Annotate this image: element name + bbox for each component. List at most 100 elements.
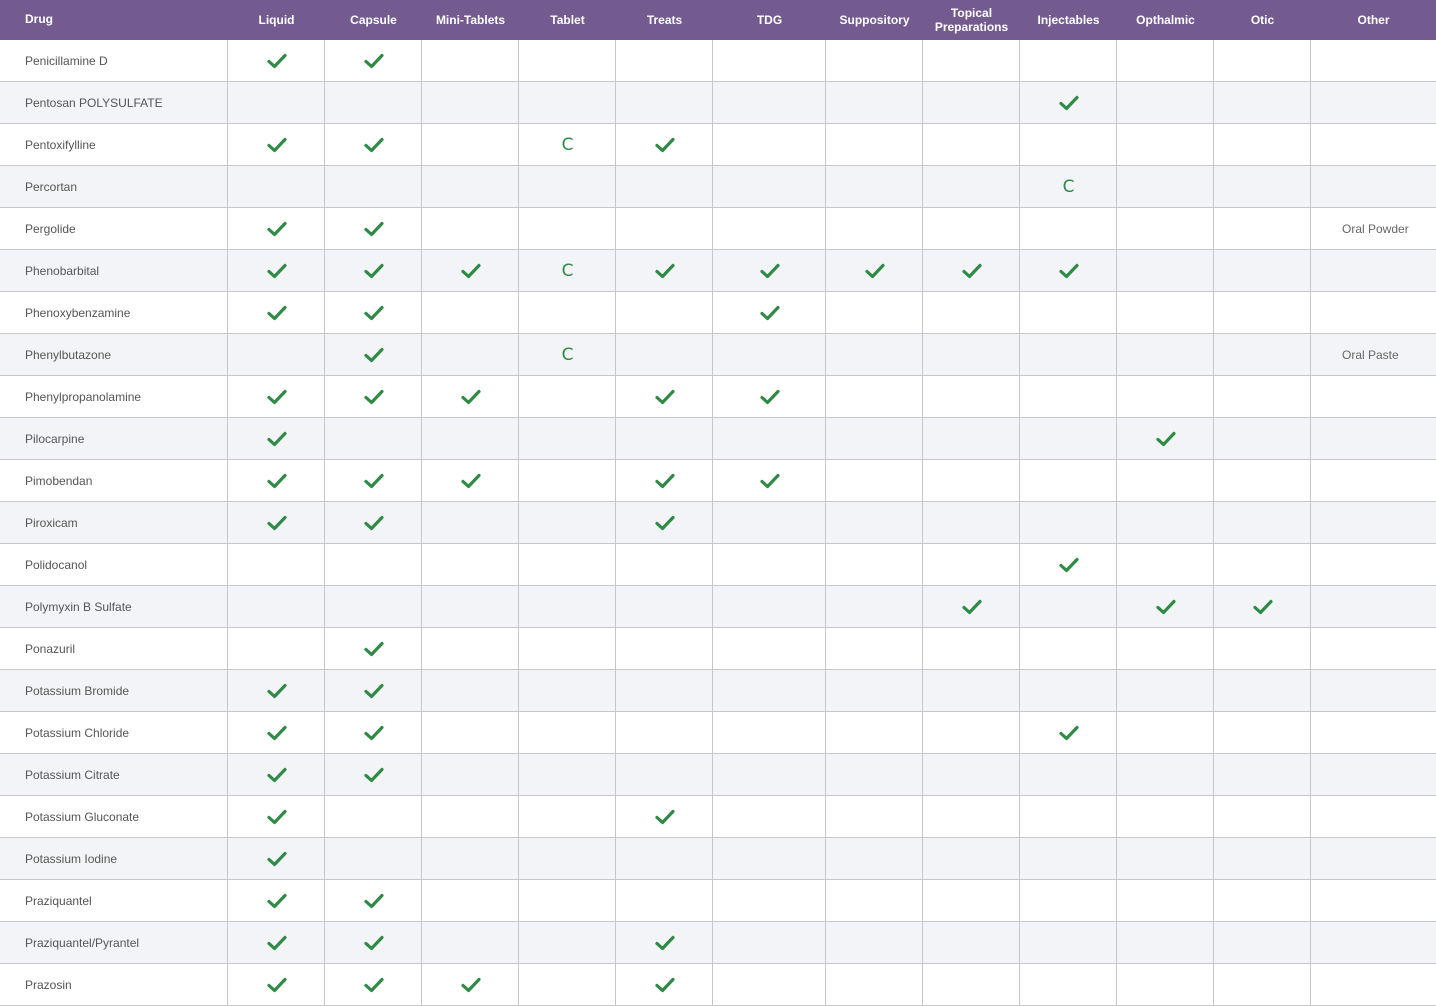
cell-mini-tablets xyxy=(422,82,519,123)
column-header-topical-preparations: Topical Preparations xyxy=(934,6,1009,34)
cell-tablet xyxy=(519,922,616,963)
check-icon xyxy=(266,767,287,783)
check-icon xyxy=(363,221,384,237)
cell-suppository xyxy=(826,670,923,711)
compounded-mark: C xyxy=(561,344,574,365)
check-icon xyxy=(460,389,481,405)
column-header-suppository: Suppository xyxy=(839,13,910,27)
check-icon xyxy=(363,641,384,657)
table-row: Praziquantel/Pyrantel xyxy=(0,922,1436,964)
cell-tablet xyxy=(519,712,616,753)
cell-treats xyxy=(616,376,713,417)
table-row: Ponazuril xyxy=(0,628,1436,670)
cell-tablet xyxy=(519,670,616,711)
cell-injectables xyxy=(1020,586,1117,627)
cell-mini-tablets xyxy=(422,754,519,795)
cell-capsule xyxy=(325,712,422,753)
column-divider xyxy=(825,40,826,1006)
check-icon xyxy=(1058,557,1079,573)
column-header-tdg: TDG xyxy=(756,13,783,27)
table-row: Phenobarbital C xyxy=(0,250,1436,292)
check-icon xyxy=(266,53,287,69)
cell-topical-preparations xyxy=(923,418,1020,459)
cell-opthalmic xyxy=(1117,628,1214,669)
drug-name: Phenoxybenzamine xyxy=(25,305,131,320)
check-icon xyxy=(759,473,780,489)
cell-other xyxy=(1311,82,1436,123)
cell-opthalmic xyxy=(1117,922,1214,963)
cell-injectables xyxy=(1020,250,1117,291)
cell-suppository xyxy=(826,502,923,543)
cell-mini-tablets xyxy=(422,544,519,585)
cell-other xyxy=(1311,712,1436,753)
cell-tdg xyxy=(713,712,826,753)
other-form-text: Oral Powder xyxy=(1342,221,1409,236)
table-row: Pergolide Oral Powder xyxy=(0,208,1436,250)
cell-topical-preparations xyxy=(923,82,1020,123)
cell-other xyxy=(1311,124,1436,165)
cell-tablet xyxy=(519,754,616,795)
column-divider xyxy=(712,40,713,1006)
check-icon xyxy=(654,389,675,405)
cell-topical-preparations xyxy=(923,838,1020,879)
cell-tdg xyxy=(713,502,826,543)
check-icon xyxy=(363,263,384,279)
cell-topical-preparations xyxy=(923,964,1020,1005)
cell-tdg xyxy=(713,376,826,417)
cell-treats xyxy=(616,544,713,585)
cell-injectables xyxy=(1020,880,1117,921)
drug-name: Pentoxifylline xyxy=(25,137,96,152)
cell-treats xyxy=(616,418,713,459)
column-header-liquid: Liquid xyxy=(258,13,295,27)
cell-treats xyxy=(616,250,713,291)
cell-tablet: C xyxy=(519,250,616,291)
cell-other: Oral Powder xyxy=(1311,208,1436,249)
drug-name: Pilocarpine xyxy=(25,431,85,446)
cell-capsule xyxy=(325,292,422,333)
cell-opthalmic xyxy=(1117,166,1214,207)
check-icon xyxy=(363,515,384,531)
check-icon xyxy=(1058,725,1079,741)
table-row: Piroxicam xyxy=(0,502,1436,544)
cell-other xyxy=(1311,250,1436,291)
cell-liquid xyxy=(228,544,325,585)
check-icon xyxy=(961,263,982,279)
cell-mini-tablets xyxy=(422,712,519,753)
cell-other xyxy=(1311,670,1436,711)
check-icon xyxy=(363,53,384,69)
cell-treats xyxy=(616,292,713,333)
cell-capsule xyxy=(325,502,422,543)
cell-capsule xyxy=(325,376,422,417)
cell-mini-tablets xyxy=(422,586,519,627)
cell-suppository xyxy=(826,166,923,207)
cell-opthalmic xyxy=(1117,250,1214,291)
cell-suppository xyxy=(826,544,923,585)
check-icon xyxy=(654,473,675,489)
cell-treats xyxy=(616,208,713,249)
cell-treats xyxy=(616,712,713,753)
cell-injectables xyxy=(1020,544,1117,585)
drug-name: Phenylbutazone xyxy=(25,347,112,362)
cell-tdg xyxy=(713,586,826,627)
cell-otic xyxy=(1214,250,1311,291)
cell-injectables: C xyxy=(1020,166,1117,207)
check-icon xyxy=(864,263,885,279)
cell-injectables xyxy=(1020,124,1117,165)
cell-other xyxy=(1311,166,1436,207)
column-divider xyxy=(922,40,923,1006)
drug-name: Penicillamine D xyxy=(25,53,108,68)
check-icon xyxy=(654,137,675,153)
drug-name: Potassium Bromide xyxy=(25,683,130,698)
check-icon xyxy=(363,683,384,699)
cell-tdg xyxy=(713,334,826,375)
cell-suppository xyxy=(826,838,923,879)
cell-otic xyxy=(1214,964,1311,1005)
check-icon xyxy=(654,977,675,993)
cell-liquid xyxy=(228,208,325,249)
column-header-treats: Treats xyxy=(646,13,683,27)
cell-capsule xyxy=(325,544,422,585)
cell-topical-preparations xyxy=(923,880,1020,921)
table-row: Phenylpropanolamine xyxy=(0,376,1436,418)
check-icon xyxy=(1252,599,1273,615)
cell-topical-preparations xyxy=(923,754,1020,795)
